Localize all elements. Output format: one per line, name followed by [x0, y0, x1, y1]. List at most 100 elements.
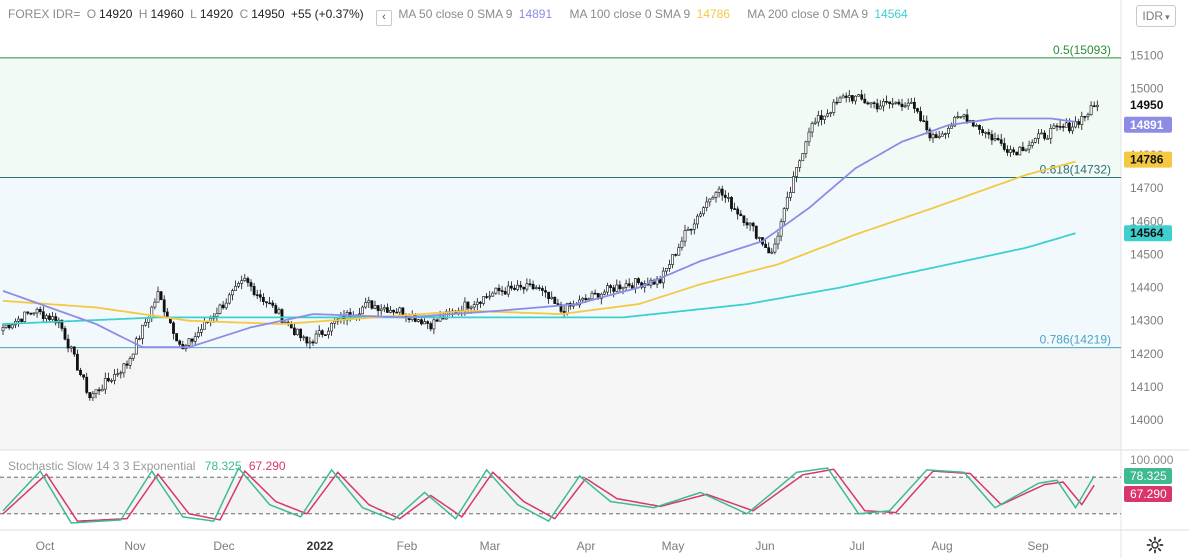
- x-tick-label: Dec: [213, 539, 234, 553]
- candle-body: [705, 201, 709, 208]
- candle-body: [274, 305, 278, 314]
- candle-body: [97, 389, 101, 392]
- candle-body: [866, 102, 870, 105]
- candle-body: [872, 102, 876, 104]
- x-tick-label: May: [662, 539, 685, 553]
- candle-body: [370, 300, 374, 309]
- chart-root: 1510015000149001480014700146001450014400…: [0, 0, 1189, 558]
- candle-body: [894, 101, 898, 104]
- candle-body: [249, 282, 253, 287]
- candle-body: [423, 321, 427, 325]
- y-tick-label: 14500: [1130, 247, 1164, 261]
- stochastic-k-tag-label: 78.325: [1130, 469, 1167, 483]
- candle-body: [23, 311, 27, 322]
- candle-body: [395, 311, 399, 314]
- x-tick-label: Mar: [480, 539, 501, 553]
- candle-body: [1049, 128, 1053, 139]
- candle-body: [1018, 146, 1022, 156]
- candle-body: [978, 125, 981, 130]
- candle-body: [7, 324, 11, 329]
- candle-body: [1005, 149, 1009, 153]
- currency-select[interactable]: IDR ▾: [1136, 5, 1176, 27]
- candle-body: [999, 139, 1003, 144]
- y-tick-label: 14100: [1130, 380, 1164, 394]
- candle-body: [850, 95, 854, 102]
- price-tag-label: 14891: [1130, 118, 1164, 132]
- candle-body: [788, 192, 792, 198]
- candle-body: [909, 101, 913, 104]
- x-tick-label: 2022: [307, 539, 334, 553]
- candle-body: [138, 338, 141, 340]
- candle-body: [162, 299, 166, 313]
- candle-body: [531, 283, 535, 289]
- candle-body: [196, 332, 200, 337]
- candle-body: [1058, 126, 1062, 128]
- candle-body: [534, 287, 538, 289]
- chevron-down-icon: ▾: [1165, 12, 1170, 22]
- candle-body: [141, 324, 144, 339]
- candle-body: [10, 324, 14, 329]
- candle-body: [107, 378, 110, 382]
- candle-body: [906, 102, 910, 107]
- y-tick-label: 14000: [1130, 413, 1164, 427]
- candle-body: [94, 389, 98, 394]
- candle-body: [990, 134, 994, 141]
- candle-body: [680, 240, 684, 248]
- candle-body: [382, 307, 386, 310]
- candle-body: [962, 114, 966, 117]
- candle-body: [131, 353, 135, 359]
- chevron-left-icon[interactable]: ‹: [376, 10, 393, 26]
- candle-body: [29, 312, 33, 315]
- candle-body: [503, 291, 507, 295]
- ma100-value: 14786: [696, 7, 730, 21]
- fib-zone-upper: [0, 57, 1121, 178]
- candle-body: [630, 285, 634, 289]
- candle-body: [509, 285, 513, 289]
- candle-body: [801, 153, 805, 162]
- candle-body: [296, 328, 299, 336]
- candle-body: [897, 101, 901, 105]
- candle-body: [869, 102, 873, 105]
- candle-body: [699, 213, 702, 217]
- candle-body: [711, 197, 715, 200]
- candle-body: [416, 319, 420, 322]
- candle-body: [91, 393, 95, 399]
- candle-body: [637, 278, 640, 284]
- candle-body: [671, 254, 675, 265]
- candle-body: [17, 318, 20, 322]
- high-value: 14960: [150, 7, 184, 21]
- fib-zone-lower: [0, 347, 1121, 450]
- candle-body: [547, 291, 551, 300]
- candle-body: [540, 288, 544, 291]
- candle-body: [832, 101, 836, 113]
- chart-canvas[interactable]: 1510015000149001480014700146001450014400…: [0, 0, 1189, 558]
- candle-body: [912, 101, 916, 109]
- candle-body: [916, 108, 919, 112]
- candle-body: [215, 313, 219, 317]
- ohlc-legend: FOREX IDR= O 14920 H 14960 L 14920 C 14950 +…: [8, 7, 911, 26]
- candle-body: [764, 243, 768, 248]
- candle-body: [389, 309, 392, 313]
- low-label: L: [190, 7, 197, 21]
- candle-body: [1092, 105, 1096, 108]
- candle-body: [683, 230, 687, 242]
- candle-body: [398, 307, 402, 313]
- candle-body: [88, 392, 92, 399]
- candle-body: [103, 378, 107, 390]
- candle-body: [175, 333, 179, 342]
- price-tag-label: 14950: [1130, 98, 1164, 112]
- candle-body: [1077, 121, 1081, 125]
- stochastic-axis-label: 100.000: [1130, 453, 1174, 467]
- candle-body: [358, 313, 361, 316]
- candle-body: [996, 138, 1000, 140]
- candle-body: [82, 374, 86, 378]
- candle-body: [1043, 132, 1047, 139]
- candle-body: [931, 134, 935, 139]
- candle-body: [20, 318, 24, 322]
- candle-body: [695, 215, 699, 225]
- candle-body: [373, 305, 377, 309]
- candle-body: [376, 305, 380, 311]
- gear-icon[interactable]: [1146, 536, 1164, 554]
- candle-body: [1064, 122, 1068, 128]
- candle-body: [478, 301, 482, 304]
